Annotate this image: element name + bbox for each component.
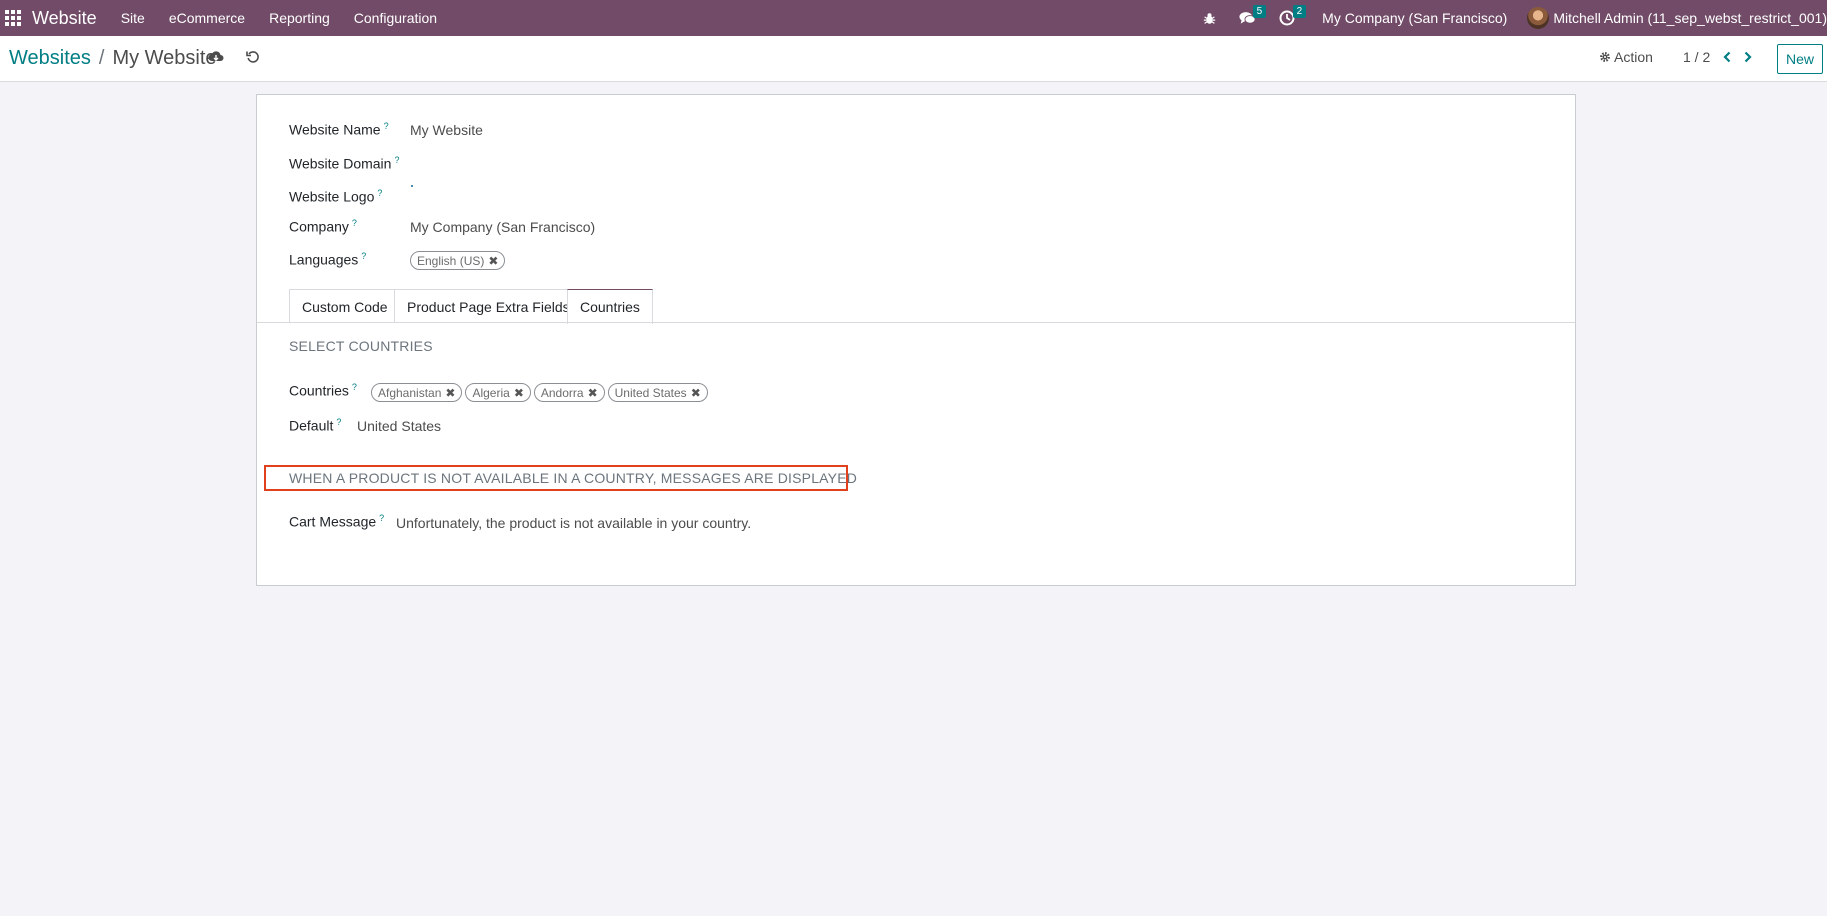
language-tag: English (US) ✖ — [410, 251, 506, 270]
menu-ecommerce[interactable]: eCommerce — [157, 0, 257, 36]
remove-tag-icon[interactable]: ✖ — [691, 386, 701, 400]
breadcrumb-separator: / — [98, 47, 105, 69]
tab-custom-code[interactable]: Custom Code — [289, 289, 401, 323]
action-button[interactable]: Action — [1599, 49, 1653, 65]
languages-field[interactable]: English (US) ✖ — [410, 251, 508, 270]
cart-message-label: Cart Message? — [289, 513, 385, 530]
company-label: Company? — [289, 218, 357, 235]
help-tooltip-icon[interactable]: ? — [394, 155, 399, 165]
help-tooltip-icon[interactable]: ? — [336, 417, 341, 427]
help-tooltip-icon[interactable]: ? — [377, 188, 382, 198]
country-tag: Andorra ✖ — [533, 383, 605, 402]
remove-tag-icon[interactable]: ✖ — [445, 386, 455, 400]
pager-previous-icon[interactable] — [1722, 50, 1732, 66]
discard-undo-icon[interactable] — [246, 50, 260, 67]
country-tag: Algeria ✖ — [465, 383, 531, 402]
help-tooltip-icon[interactable]: ? — [384, 121, 389, 131]
pager-value[interactable]: 1 / 2 — [1683, 49, 1710, 65]
debug-bug-icon[interactable] — [1194, 0, 1224, 36]
breadcrumb-current: My Website — [112, 47, 217, 69]
save-cloud-icon[interactable] — [208, 50, 224, 67]
countries-field[interactable]: Afghanistan ✖ Algeria ✖ Andorra ✖ United St… — [371, 383, 711, 402]
remove-tag-icon[interactable]: ✖ — [488, 254, 498, 268]
top-navbar: Website Site eCommerce Reporting Configu… — [0, 0, 1827, 36]
website-logo-image[interactable] — [411, 185, 413, 187]
breadcrumb: Websites / My Website — [9, 47, 217, 70]
help-tooltip-icon[interactable]: ? — [361, 251, 366, 261]
remove-tag-icon[interactable]: ✖ — [514, 386, 524, 400]
help-tooltip-icon[interactable]: ? — [352, 382, 357, 392]
tab-product-page-extra-fields[interactable]: Product Page Extra Fields — [394, 289, 583, 323]
pager-next-icon[interactable] — [1743, 50, 1753, 66]
website-logo-label: Website Logo? — [289, 188, 383, 205]
section-select-countries: SELECT COUNTRIES — [289, 338, 433, 354]
tab-countries[interactable]: Countries — [567, 289, 653, 324]
form-sheet: Website Name? My Website Website Domain?… — [256, 94, 1576, 586]
messages-count-badge: 5 — [1252, 5, 1267, 18]
company-switcher[interactable]: My Company (San Francisco) — [1322, 10, 1507, 26]
languages-label: Languages? — [289, 251, 367, 268]
user-avatar — [1527, 7, 1550, 29]
website-name-label: Website Name? — [289, 121, 389, 138]
user-menu[interactable]: Mitchell Admin (11_sep_webst_restrict_00… — [1527, 7, 1827, 29]
website-domain-field[interactable] — [410, 153, 810, 173]
menu-reporting[interactable]: Reporting — [257, 0, 342, 36]
country-tag: Afghanistan ✖ — [371, 383, 463, 402]
website-name-field[interactable]: My Website — [410, 122, 483, 138]
menu-configuration[interactable]: Configuration — [342, 0, 449, 36]
country-tag: United States ✖ — [607, 383, 708, 402]
countries-label: Countries? — [289, 382, 357, 399]
default-country-field[interactable]: United States — [357, 418, 441, 434]
website-domain-label: Website Domain? — [289, 155, 400, 172]
action-label: Action — [1614, 49, 1653, 65]
activities-count-badge: 2 — [1292, 5, 1307, 18]
highlight-box — [264, 465, 848, 491]
tabs-divider — [257, 322, 1575, 323]
messages-icon[interactable]: 5 — [1232, 0, 1267, 36]
breadcrumb-websites[interactable]: Websites — [9, 47, 91, 70]
apps-menu-icon[interactable] — [5, 10, 21, 26]
control-panel: Websites / My Website Action 1 / 2 New — [0, 36, 1827, 82]
cart-message-field[interactable]: Unfortunately, the product is not availa… — [396, 515, 751, 531]
gear-icon — [1600, 52, 1610, 62]
activities-clock-icon[interactable]: 2 — [1272, 0, 1307, 36]
company-field[interactable]: My Company (San Francisco) — [410, 219, 595, 235]
default-label: Default? — [289, 417, 342, 434]
help-tooltip-icon[interactable]: ? — [352, 218, 357, 228]
menu-site[interactable]: Site — [109, 0, 157, 36]
new-button[interactable]: New — [1777, 44, 1823, 74]
remove-tag-icon[interactable]: ✖ — [588, 386, 598, 400]
user-name: Mitchell Admin (11_sep_webst_restrict_00… — [1553, 10, 1827, 26]
help-tooltip-icon[interactable]: ? — [379, 513, 384, 523]
app-brand[interactable]: Website — [32, 8, 97, 29]
